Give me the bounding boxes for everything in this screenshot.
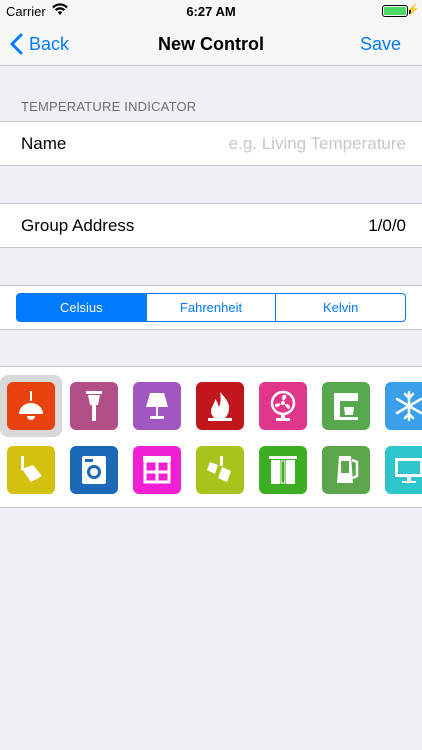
awning-icon[interactable]: [133, 446, 181, 494]
name-input[interactable]: [126, 130, 406, 158]
washing-machine-icon[interactable]: [70, 446, 118, 494]
segment-kelvin[interactable]: Kelvin: [275, 294, 405, 321]
curtain-icon[interactable]: [259, 446, 307, 494]
kettle-icon[interactable]: [322, 446, 370, 494]
street-lamp-icon[interactable]: [70, 382, 118, 430]
section-header: TEMPERATURE INDICATOR: [21, 99, 197, 114]
battery-icon: [382, 5, 408, 17]
name-cell: Name: [0, 121, 422, 166]
fire-icon[interactable]: [196, 382, 244, 430]
spotlight-double-icon[interactable]: [196, 446, 244, 494]
status-bar: Carrier 6:27 AM ⚡: [0, 0, 422, 22]
page-title: New Control: [158, 34, 264, 54]
clock: 6:27 AM: [186, 4, 236, 19]
segment-fahrenheit[interactable]: Fahrenheit: [145, 294, 276, 321]
group-address-label: Group Address: [21, 216, 135, 235]
icon-picker: [0, 366, 422, 508]
charging-bolt-icon: ⚡: [406, 4, 420, 16]
monitor-icon[interactable]: [385, 446, 422, 494]
pendant-lamp-icon[interactable]: [7, 382, 55, 430]
group-address-cell[interactable]: Group Address 1/0/0: [0, 203, 422, 248]
navigation-bar: Back New Control Save: [0, 22, 422, 66]
snowflake-icon[interactable]: [385, 382, 422, 430]
unit-cell: Celsius Fahrenheit Kelvin: [0, 285, 422, 330]
table-lamp-icon[interactable]: [133, 382, 181, 430]
fan-icon[interactable]: [259, 382, 307, 430]
coffee-machine-icon[interactable]: [322, 382, 370, 430]
save-button[interactable]: Save: [360, 34, 401, 55]
segment-celsius[interactable]: Celsius: [17, 294, 146, 321]
name-label: Name: [21, 134, 67, 153]
spotlight-icon[interactable]: [7, 446, 55, 494]
group-address-value: 1/0/0: [368, 216, 406, 235]
unit-segmented-control: Celsius Fahrenheit Kelvin: [16, 293, 406, 322]
